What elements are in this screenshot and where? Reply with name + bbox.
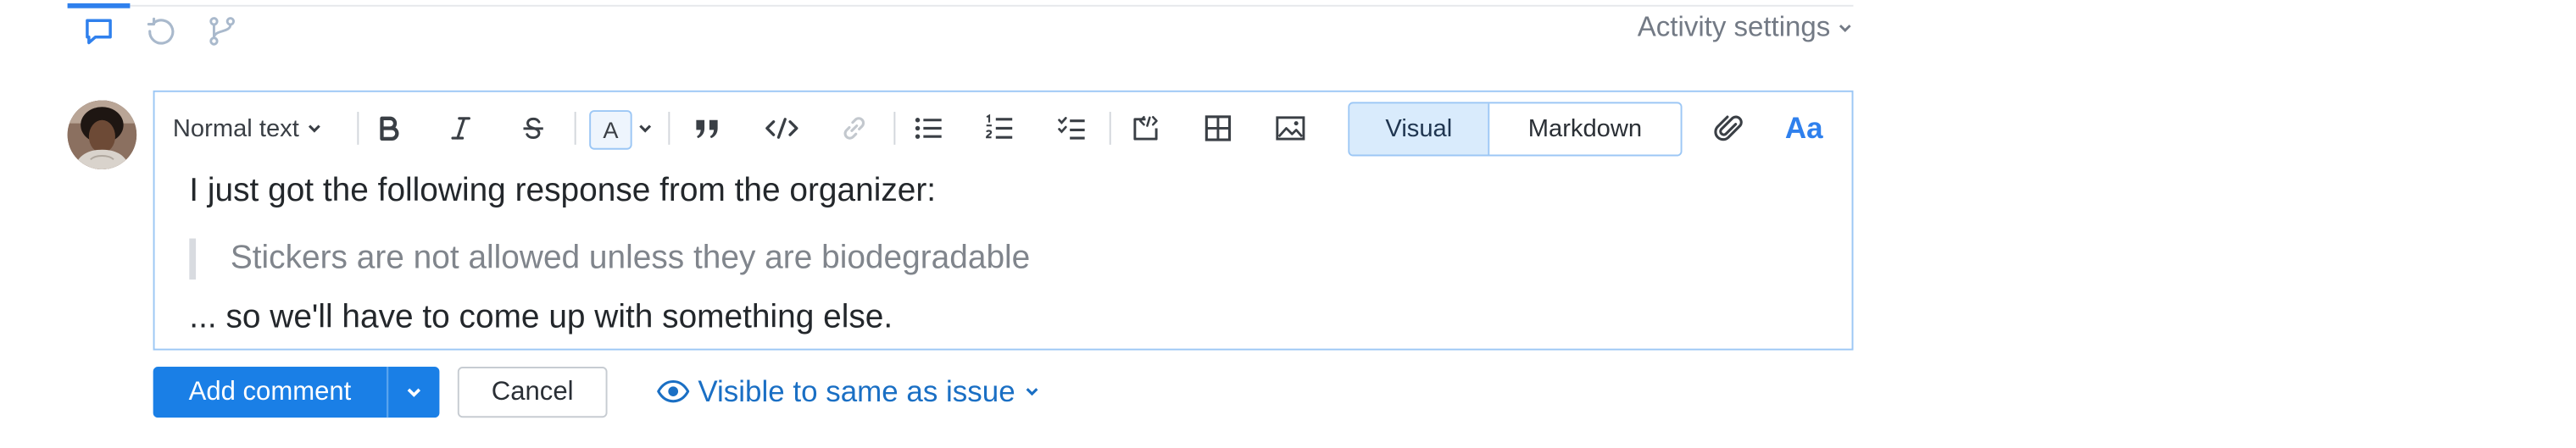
code-icon: [765, 118, 798, 139]
comment-blockquote: Stickers are not allowed unless they are…: [189, 238, 1030, 280]
toolbar-separator: [893, 112, 896, 145]
comment-editor-area: Activity settings Normal text A Visual M…: [0, 0, 2576, 436]
toolbar-separator: [574, 112, 576, 145]
editor-mode-toggle: Visual Markdown: [1348, 102, 1683, 157]
comment-paragraph: I just got the following response from t…: [189, 172, 937, 209]
add-comment-split-button: Add comment: [153, 367, 440, 418]
attachment-icon: [1714, 115, 1743, 141]
block-style-label: Normal text: [172, 113, 299, 142]
active-tab-indicator: [67, 3, 131, 8]
image-button[interactable]: [1272, 108, 1309, 148]
tab-comments[interactable]: [81, 14, 117, 50]
link-icon: [843, 117, 865, 140]
chevron-down-icon: [639, 124, 652, 133]
checklist-button[interactable]: [1054, 108, 1090, 148]
quote-icon: [696, 119, 718, 139]
numbered-list-button[interactable]: [981, 108, 1017, 148]
user-avatar: [67, 100, 137, 170]
toolbar-separator: [1109, 112, 1111, 145]
code-block-button[interactable]: [1127, 108, 1164, 148]
text-color-icon: A: [603, 116, 619, 143]
tab-bar-divider: [67, 4, 1854, 7]
chevron-down-icon: [308, 124, 320, 133]
code-block-icon: [1133, 115, 1158, 141]
chevron-down-icon: [1839, 25, 1851, 32]
add-comment-button[interactable]: Add comment: [153, 367, 387, 418]
activity-tab-bar: Activity settings: [67, 0, 1854, 59]
attach-file-button[interactable]: [1711, 108, 1748, 148]
activity-settings-label: Activity settings: [1637, 11, 1831, 43]
bold-icon: [380, 116, 399, 141]
comment-icon: [86, 19, 112, 45]
markdown-mode-button[interactable]: Markdown: [1489, 103, 1681, 155]
text-style-button[interactable]: Aa: [1779, 108, 1828, 148]
add-comment-options-button[interactable]: [387, 367, 440, 418]
text-color-dropdown[interactable]: [636, 108, 655, 148]
comment-paragraph: ... so we'll have to come up with someth…: [189, 299, 893, 336]
editor-toolbar: Normal text A Visual Markdown Aa: [155, 92, 1852, 164]
bulleted-list-icon: [915, 118, 942, 139]
visual-mode-button[interactable]: Visual: [1349, 103, 1490, 155]
activity-settings-dropdown[interactable]: Activity settings: [1638, 12, 1854, 45]
toolbar-separator: [668, 112, 670, 145]
visibility-dropdown[interactable]: Visible to same as issue: [657, 372, 1040, 412]
avatar-photo-icon: [67, 100, 137, 170]
tab-vcs-changes[interactable]: [204, 14, 241, 50]
chevron-down-icon: [1026, 388, 1038, 396]
link-button[interactable]: [836, 108, 872, 148]
block-style-dropdown[interactable]: Normal text: [173, 108, 344, 148]
cancel-button[interactable]: Cancel: [457, 367, 608, 418]
eye-icon: [657, 379, 690, 403]
italic-button[interactable]: [442, 108, 479, 148]
branch-icon: [209, 17, 235, 46]
checklist-icon: [1058, 117, 1085, 140]
tab-history[interactable]: [143, 14, 180, 50]
strikethrough-button[interactable]: [515, 108, 552, 148]
history-icon: [147, 17, 175, 45]
text-color-button[interactable]: A: [589, 110, 632, 150]
visibility-label: Visible to same as issue: [698, 373, 1015, 407]
chevron-down-icon: [407, 388, 421, 397]
table-icon: [1205, 115, 1232, 141]
toolbar-separator: [357, 112, 359, 145]
strikethrough-icon: [523, 117, 543, 139]
numbered-list-icon: [986, 113, 1013, 139]
image-icon: [1276, 116, 1305, 141]
comment-editor[interactable]: Normal text A Visual Markdown Aa I just …: [153, 90, 1854, 351]
bulleted-list-button[interactable]: [910, 108, 947, 148]
italic-icon: [451, 117, 470, 140]
bold-button[interactable]: [370, 108, 407, 148]
table-button[interactable]: [1200, 108, 1237, 148]
quote-button[interactable]: [690, 108, 726, 148]
inline-code-button[interactable]: [760, 108, 803, 148]
